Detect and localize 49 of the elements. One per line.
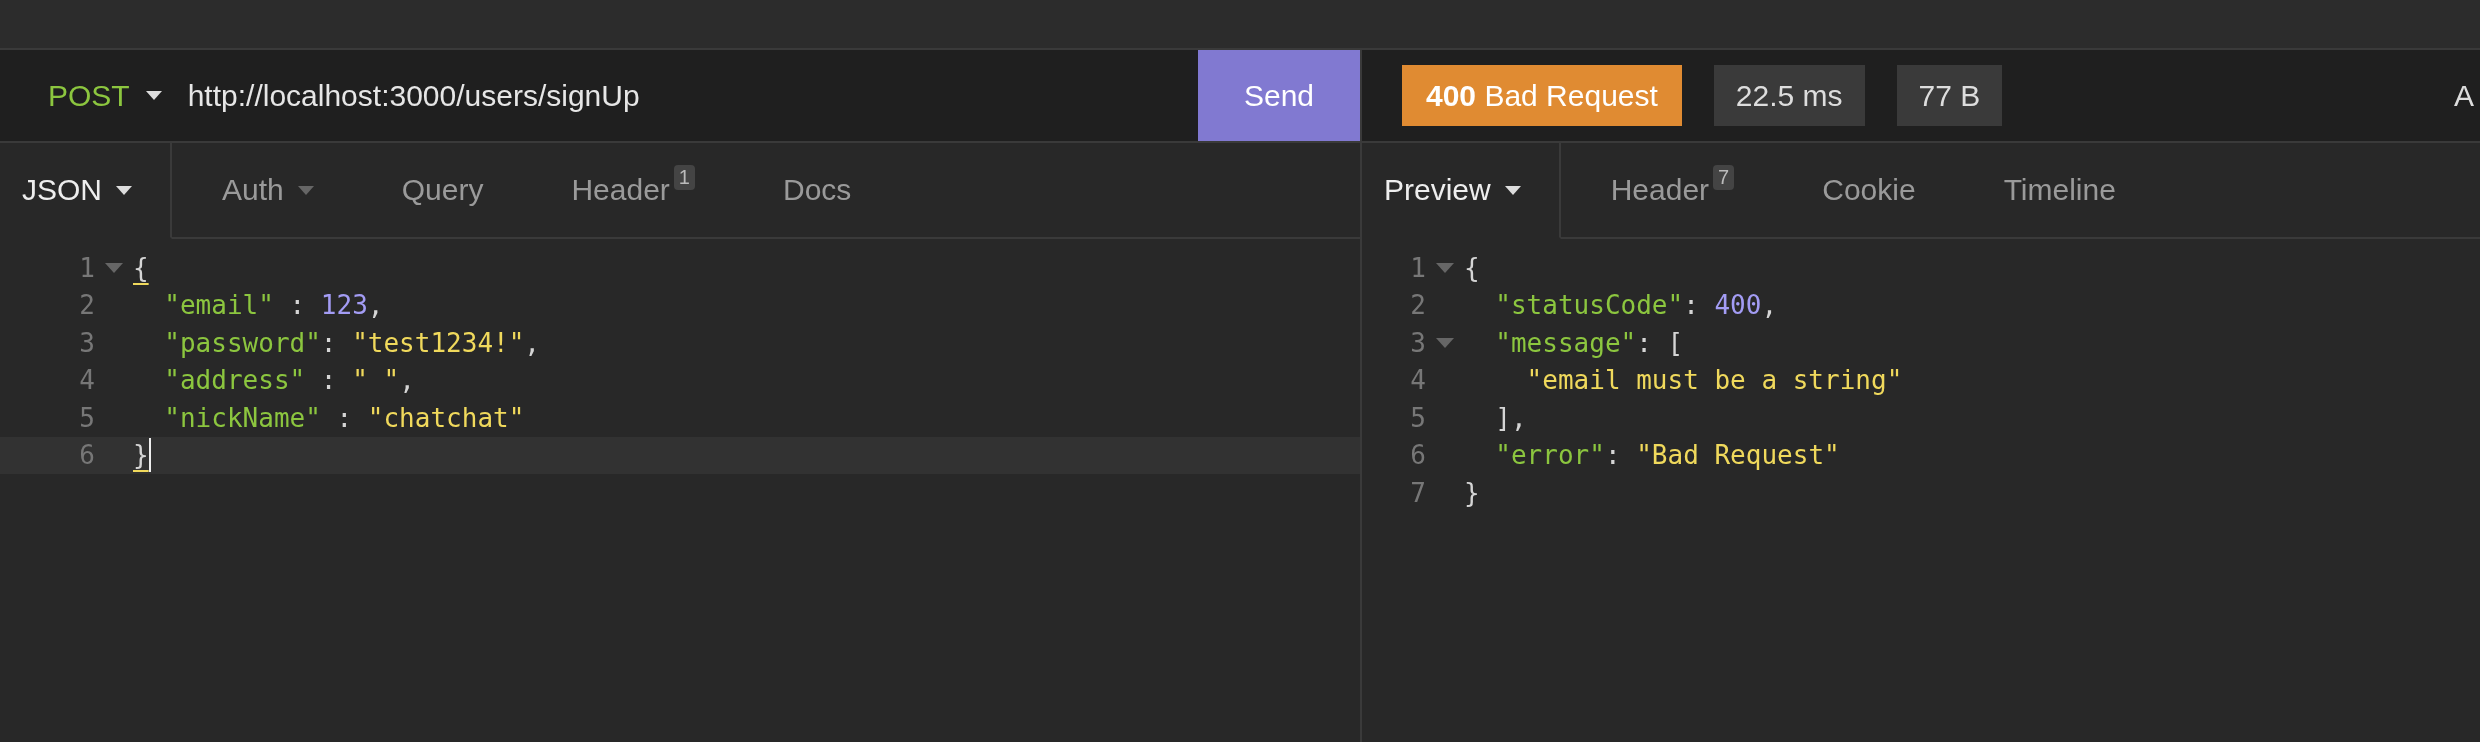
code-line: "email" : 123, [163, 290, 384, 321]
code-line: } [133, 440, 149, 471]
count-badge: 1 [673, 165, 695, 190]
code-line: "password": "test1234!", [163, 327, 540, 358]
text-cursor [148, 438, 151, 473]
line-number: 5 [1409, 402, 1426, 433]
code-line: { [1464, 252, 1480, 283]
caret-icon [145, 91, 162, 100]
line-number: 4 [78, 365, 95, 396]
line-number: 1 [78, 252, 95, 283]
code-line: ], [1494, 402, 1527, 433]
send-button[interactable]: Send [1198, 50, 1360, 141]
count-badge: 7 [1713, 165, 1735, 190]
method-dropdown[interactable]: POST [0, 65, 162, 126]
tab[interactable]: Preview [1362, 143, 1561, 239]
cut-off-text: A [2454, 78, 2474, 113]
tab[interactable]: Header 1 [521, 143, 733, 239]
line-number: 6 [1409, 440, 1426, 471]
code-line: "address" : " ", [163, 365, 415, 396]
code-line: "statusCode": 400, [1494, 290, 1778, 321]
line-number: 3 [78, 327, 95, 358]
line-number: 5 [78, 402, 95, 433]
tab[interactable]: Docs [732, 143, 890, 239]
line-number: 2 [78, 290, 95, 321]
line-number: 4 [1409, 365, 1426, 396]
code-line: "email must be a string" [1525, 365, 1903, 396]
code-line: "message": [ [1494, 327, 1684, 358]
line-number: 1 [1409, 252, 1426, 283]
tab[interactable]: Header 7 [1560, 143, 1773, 239]
code-line: { [133, 252, 149, 283]
line-number: 7 [1409, 477, 1426, 508]
response-size: 77 B [1896, 65, 2003, 126]
response-time: 22.5 ms [1713, 65, 1865, 126]
tab[interactable]: Cookie [1772, 143, 1954, 239]
tab[interactable]: Auth [172, 143, 352, 239]
line-number: 6 [78, 440, 95, 471]
fold-caret-icon[interactable] [105, 262, 123, 273]
line-number: 3 [1409, 327, 1426, 358]
code-line: "error": "Bad Request" [1494, 440, 1840, 471]
code-line: } [1464, 477, 1480, 508]
url-field[interactable]: http://localhost:3000/users/signUp [187, 78, 1198, 113]
tab[interactable]: Query [351, 143, 522, 239]
tab[interactable]: JSON [0, 143, 172, 239]
fold-caret-icon[interactable] [1436, 337, 1454, 348]
line-number: 2 [1409, 290, 1426, 321]
status-badge: 400 Bad Request [1402, 65, 1682, 126]
fold-caret-icon[interactable] [1436, 262, 1454, 273]
tab[interactable]: Timeline [1953, 143, 2154, 239]
code-line: "nickName" : "chatchat" [163, 402, 525, 433]
